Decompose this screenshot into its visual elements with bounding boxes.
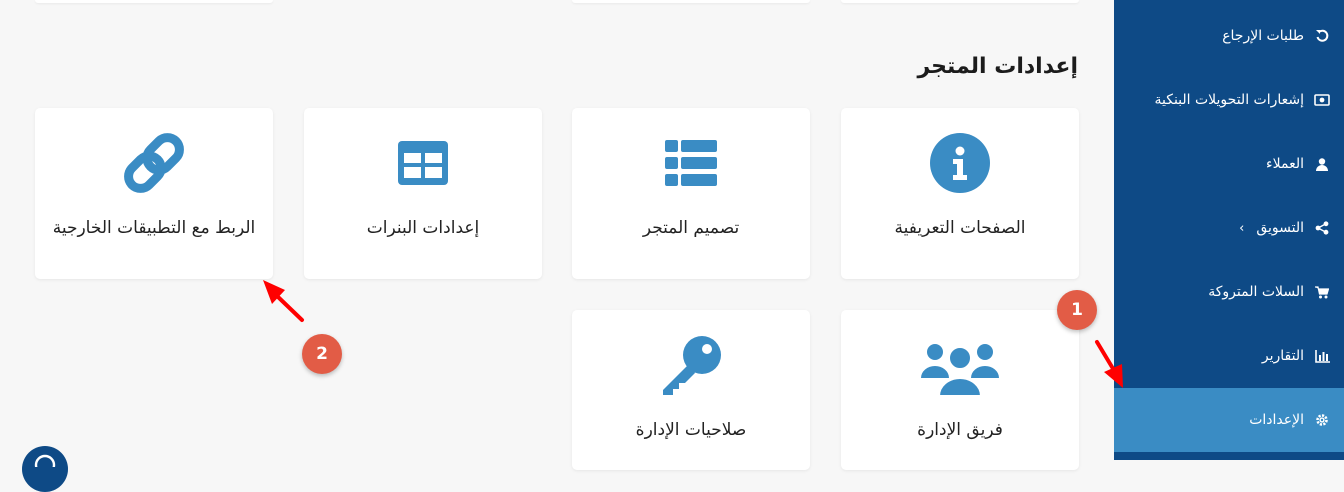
arrow-to-external-apps: [263, 280, 304, 322]
arrow-to-settings: [1095, 340, 1123, 388]
annotation-arrows: [263, 280, 1123, 388]
chat-bubble-button[interactable]: [22, 446, 68, 492]
chat-icon: [33, 452, 57, 476]
